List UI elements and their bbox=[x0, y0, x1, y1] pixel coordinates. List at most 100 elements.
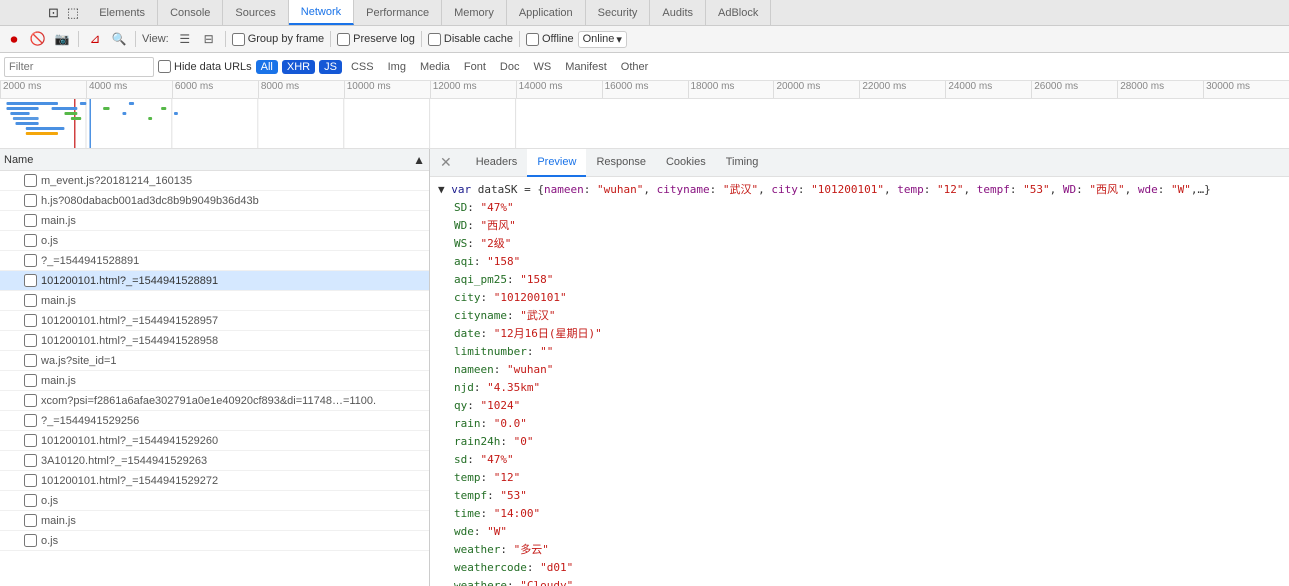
record-button[interactable]: ⏺ bbox=[4, 29, 24, 49]
offline-checkbox[interactable] bbox=[526, 33, 539, 46]
screenshot-button[interactable]: 📷 bbox=[52, 29, 72, 49]
tab-audits[interactable]: Audits bbox=[650, 0, 706, 25]
preserve-log-label[interactable]: Preserve log bbox=[337, 33, 415, 46]
hide-data-urls-checkbox[interactable] bbox=[158, 60, 171, 73]
tab-response[interactable]: Response bbox=[586, 149, 656, 177]
list-item-checkbox[interactable] bbox=[24, 434, 37, 447]
list-item-checkbox[interactable] bbox=[24, 514, 37, 527]
list-item[interactable]: main.js bbox=[0, 511, 429, 531]
list-item-checkbox[interactable] bbox=[24, 254, 37, 267]
preview-field: time: "14:00" bbox=[438, 505, 1281, 523]
offline-label[interactable]: Offline bbox=[526, 33, 574, 46]
list-item-checkbox[interactable] bbox=[24, 334, 37, 347]
filter-manifest[interactable]: Manifest bbox=[560, 60, 612, 74]
list-item[interactable]: o.js bbox=[0, 491, 429, 511]
tab-elements[interactable]: Elements bbox=[87, 0, 158, 25]
list-item-checkbox[interactable] bbox=[24, 394, 37, 407]
list-item[interactable]: m_event.js?20181214_160135 bbox=[0, 171, 429, 191]
list-item-checkbox[interactable] bbox=[24, 454, 37, 467]
search-button[interactable]: 🔍 bbox=[109, 29, 129, 49]
timeline-tick: 6000 ms bbox=[172, 81, 258, 98]
list-item[interactable]: 101200101.html?_=1544941528891 bbox=[0, 271, 429, 291]
filter-font[interactable]: Font bbox=[459, 60, 491, 74]
hide-data-urls-label[interactable]: Hide data URLs bbox=[158, 60, 252, 73]
list-item[interactable]: xcom?psi=f2861a6afae302791a0e1e40920cf89… bbox=[0, 391, 429, 411]
dock-icon[interactable]: ⊡ bbox=[48, 5, 59, 21]
group-by-frame-checkbox[interactable] bbox=[232, 33, 245, 46]
preserve-log-checkbox[interactable] bbox=[337, 33, 350, 46]
list-item[interactable]: ?_=1544941528891 bbox=[0, 251, 429, 271]
filter-other[interactable]: Other bbox=[616, 60, 654, 74]
list-item-checkbox[interactable] bbox=[24, 354, 37, 367]
filter-img[interactable]: Img bbox=[383, 60, 411, 74]
preview-field: aqi: "158" bbox=[438, 253, 1281, 271]
list-item[interactable]: wa.js?site_id=1 bbox=[0, 351, 429, 371]
tab-memory[interactable]: Memory bbox=[442, 0, 507, 25]
list-item-checkbox[interactable] bbox=[24, 374, 37, 387]
filter-css[interactable]: CSS bbox=[346, 60, 379, 74]
scroll-up-btn[interactable]: ▲ bbox=[413, 153, 425, 167]
filter-media[interactable]: Media bbox=[415, 60, 455, 74]
group-by-frame-label[interactable]: Group by frame bbox=[232, 33, 324, 46]
filter-xhr[interactable]: XHR bbox=[282, 60, 315, 74]
tab-timing[interactable]: Timing bbox=[716, 149, 769, 177]
timeline-tick: 12000 ms bbox=[430, 81, 516, 98]
timeline-tick: 28000 ms bbox=[1117, 81, 1203, 98]
tab-console[interactable]: Console bbox=[158, 0, 223, 25]
filter-all[interactable]: All bbox=[256, 60, 278, 74]
tab-network[interactable]: Network bbox=[289, 0, 354, 25]
list-item-checkbox[interactable] bbox=[24, 274, 37, 287]
timeline-content bbox=[0, 99, 1289, 148]
list-item[interactable]: ?_=1544941529256 bbox=[0, 411, 429, 431]
list-item[interactable]: o.js bbox=[0, 531, 429, 551]
disable-cache-label[interactable]: Disable cache bbox=[428, 33, 513, 46]
list-view-button[interactable]: ☰ bbox=[175, 29, 195, 49]
list-item-checkbox[interactable] bbox=[24, 194, 37, 207]
list-item-checkbox[interactable] bbox=[24, 534, 37, 547]
timeline-tick: 22000 ms bbox=[859, 81, 945, 98]
tab-adblock[interactable]: AdBlock bbox=[706, 0, 771, 25]
list-item-checkbox[interactable] bbox=[24, 214, 37, 227]
clear-button[interactable]: 🚫 bbox=[28, 29, 48, 49]
filter-doc[interactable]: Doc bbox=[495, 60, 525, 74]
disable-cache-checkbox[interactable] bbox=[428, 33, 441, 46]
filter-button[interactable]: ⊿ bbox=[85, 29, 105, 49]
list-item-checkbox[interactable] bbox=[24, 294, 37, 307]
list-item[interactable]: 101200101.html?_=1544941528958 bbox=[0, 331, 429, 351]
large-view-button[interactable]: ⊟ bbox=[199, 29, 219, 49]
list-item[interactable]: main.js bbox=[0, 291, 429, 311]
list-item[interactable]: 101200101.html?_=1544941528957 bbox=[0, 311, 429, 331]
tab-security[interactable]: Security bbox=[586, 0, 651, 25]
list-item[interactable]: 101200101.html?_=1544941529260 bbox=[0, 431, 429, 451]
filter-ws[interactable]: WS bbox=[528, 60, 556, 74]
preview-summary: ▼ var dataSK = {nameen: "wuhan", citynam… bbox=[438, 181, 1281, 199]
list-item[interactable]: 101200101.html?_=1544941529272 bbox=[0, 471, 429, 491]
list-item-checkbox[interactable] bbox=[24, 174, 37, 187]
tab-sources[interactable]: Sources bbox=[223, 0, 288, 25]
list-item[interactable]: o.js bbox=[0, 231, 429, 251]
throttle-select[interactable]: Online ▾ bbox=[578, 31, 627, 48]
divider3 bbox=[225, 31, 226, 47]
list-item[interactable]: h.js?080dabacb001ad3dc8b9b9049b36d43b bbox=[0, 191, 429, 211]
window-icons: ⊡ ⬚ bbox=[40, 0, 87, 25]
tab-application[interactable]: Application bbox=[507, 0, 586, 25]
list-item[interactable]: main.js bbox=[0, 371, 429, 391]
tab-headers[interactable]: Headers bbox=[466, 149, 528, 177]
preview-field: qy: "1024" bbox=[438, 397, 1281, 415]
filter-input[interactable] bbox=[4, 57, 154, 77]
tab-performance[interactable]: Performance bbox=[354, 0, 442, 25]
preview-field: wde: "W" bbox=[438, 523, 1281, 541]
tab-cookies[interactable]: Cookies bbox=[656, 149, 716, 177]
filter-js[interactable]: JS bbox=[319, 60, 342, 74]
divider2 bbox=[135, 31, 136, 47]
undock-icon[interactable]: ⬚ bbox=[67, 5, 79, 21]
list-item-checkbox[interactable] bbox=[24, 414, 37, 427]
tab-preview[interactable]: Preview bbox=[527, 149, 586, 177]
list-item[interactable]: main.js bbox=[0, 211, 429, 231]
list-item-checkbox[interactable] bbox=[24, 314, 37, 327]
list-item-checkbox[interactable] bbox=[24, 494, 37, 507]
close-panel-button[interactable]: ✕ bbox=[434, 154, 458, 171]
list-item[interactable]: 3A10120.html?_=1544941529263 bbox=[0, 451, 429, 471]
list-item-checkbox[interactable] bbox=[24, 234, 37, 247]
list-item-checkbox[interactable] bbox=[24, 474, 37, 487]
